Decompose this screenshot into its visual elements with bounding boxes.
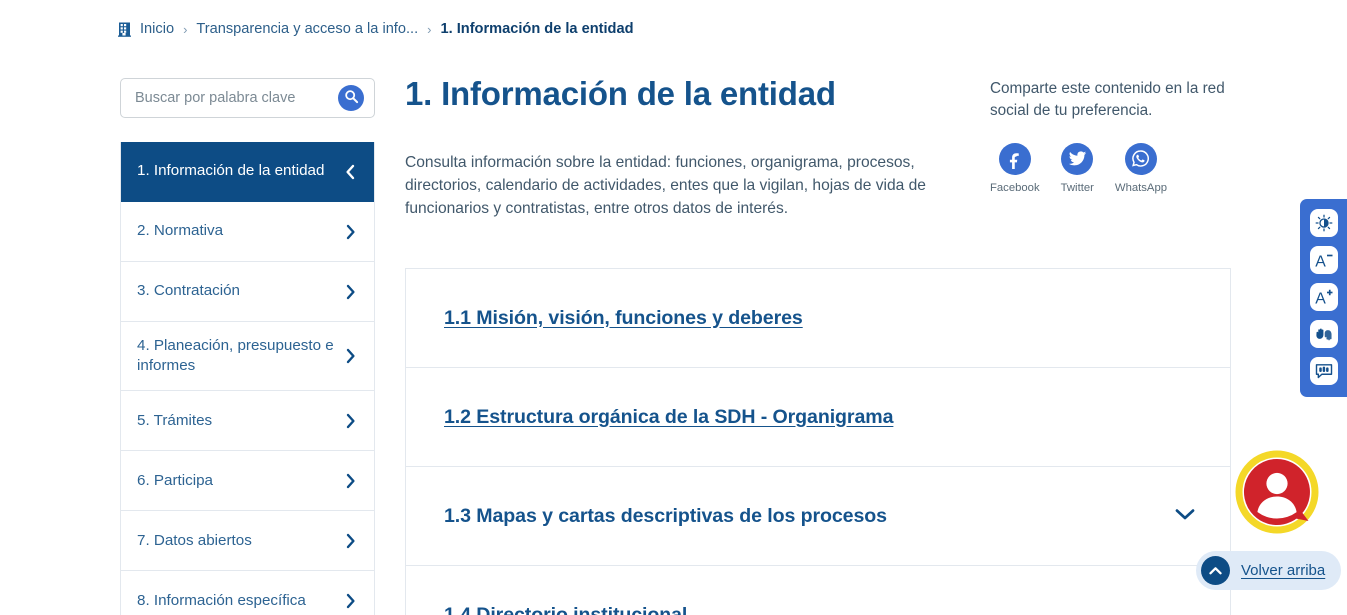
building-icon [118, 22, 131, 37]
accordion-title: 1.3 Mapas y cartas descriptivas de los p… [444, 505, 887, 528]
accordion-title[interactable]: 1.1 Misión, visión, funciones y deberes [444, 307, 803, 330]
accordion-row-1-2[interactable]: 1.2 Estructura orgánica de la SDH - Orga… [406, 368, 1230, 467]
sidebar-item-label: 1. Información de la entidad [137, 161, 335, 181]
sign-language-icon[interactable] [1310, 320, 1338, 348]
sidebar-item-label: 6. Participa [137, 471, 335, 491]
page-title: 1. Información de la entidad [405, 74, 985, 114]
accordion-title[interactable]: 1.4 Directorio institucional [444, 604, 687, 615]
share-twitter-button[interactable]: Twitter [1061, 143, 1094, 194]
accordion-list: 1.1 Misión, visión, funciones y deberes … [405, 268, 1231, 615]
share-label: WhatsApp [1115, 182, 1167, 194]
sidebar-item-label: 2. Normativa [137, 221, 335, 241]
search-box [120, 78, 375, 118]
search-icon [344, 89, 359, 107]
text-decrease-icon[interactable]: A [1310, 246, 1338, 274]
chevron-right-icon [345, 348, 356, 364]
sidebar-item-label: 7. Datos abiertos [137, 531, 335, 551]
breadcrumb: Inicio › Transparencia y acceso a la inf… [118, 21, 634, 37]
sign-language-chat-icon[interactable] [1310, 357, 1338, 385]
sidebar-item-label: 5. Trámites [137, 411, 335, 431]
share-icon-row: Facebook Twitter WhatsApp [990, 143, 1240, 194]
sidebar-item-tramites[interactable]: 5. Trámites [121, 391, 374, 451]
page-intro-text: Consulta información sobre la entidad: f… [405, 152, 953, 221]
chevron-up-icon [1201, 556, 1230, 585]
chevron-down-icon[interactable] [1174, 507, 1196, 526]
whatsapp-icon [1125, 143, 1157, 175]
sidebar-item-informacion-especifica[interactable]: 8. Información específica [121, 571, 374, 615]
sidebar-item-contratacion[interactable]: 3. Contratación [121, 262, 374, 322]
share-label: Facebook [990, 182, 1040, 194]
facebook-icon [999, 143, 1031, 175]
search-button[interactable] [338, 85, 364, 111]
share-facebook-button[interactable]: Facebook [990, 143, 1040, 194]
sidebar-item-label: 4. Planeación, presupuesto e informes [137, 336, 335, 376]
chevron-left-icon [345, 164, 356, 180]
sidebar-item-normativa[interactable]: 2. Normativa [121, 202, 374, 262]
contrast-icon[interactable] [1310, 209, 1338, 237]
sidebar-item-participa[interactable]: 6. Participa [121, 451, 374, 511]
breadcrumb-separator: › [427, 23, 431, 36]
chevron-right-icon [345, 224, 356, 240]
main-content: 1. Información de la entidad Consulta in… [405, 74, 985, 221]
chevron-right-icon [345, 593, 356, 609]
sidebar-nav-list: 1. Información de la entidad 2. Normativ… [120, 142, 375, 615]
accordion-title[interactable]: 1.2 Estructura orgánica de la SDH - Orga… [444, 406, 893, 429]
sidebar-item-informacion-entidad[interactable]: 1. Información de la entidad [121, 142, 374, 202]
share-label: Twitter [1061, 182, 1094, 194]
search-input[interactable] [121, 79, 374, 117]
page-root: Inicio › Transparencia y acceso a la inf… [0, 0, 1347, 615]
breadcrumb-item-current: 1. Información de la entidad [441, 21, 634, 37]
left-sidebar: 1. Información de la entidad 2. Normativ… [120, 78, 375, 615]
twitter-icon [1061, 143, 1093, 175]
accordion-row-1-3[interactable]: 1.3 Mapas y cartas descriptivas de los p… [406, 467, 1230, 566]
chevron-right-icon [345, 473, 356, 489]
text-increase-icon[interactable]: A [1310, 283, 1338, 311]
share-whatsapp-button[interactable]: WhatsApp [1115, 143, 1167, 194]
breadcrumb-item-transparencia[interactable]: Transparencia y acceso a la info... [196, 21, 418, 37]
user-chat-avatar-icon [1235, 521, 1319, 538]
accordion-row-1-1[interactable]: 1.1 Misión, visión, funciones y deberes [406, 269, 1230, 368]
sidebar-item-label: 3. Contratación [137, 281, 335, 301]
svg-text:A: A [1315, 290, 1326, 307]
accessibility-toolbar: A A [1300, 199, 1347, 397]
chevron-right-icon [345, 413, 356, 429]
back-to-top-button[interactable]: Volver arriba [1196, 551, 1341, 590]
svg-text:A: A [1315, 253, 1326, 270]
chevron-right-icon [345, 284, 356, 300]
chat-avatar-widget[interactable] [1235, 450, 1319, 534]
sidebar-item-planeacion[interactable]: 4. Planeación, presupuesto e informes [121, 322, 374, 391]
breadcrumb-item-inicio[interactable]: Inicio [140, 21, 174, 37]
share-instruction-text: Comparte este contenido en la red social… [990, 78, 1240, 123]
breadcrumb-separator: › [183, 23, 187, 36]
sidebar-item-label: 8. Información específica [137, 591, 335, 611]
sidebar-item-datos-abiertos[interactable]: 7. Datos abiertos [121, 511, 374, 571]
chevron-right-icon [345, 533, 356, 549]
back-to-top-label: Volver arriba [1241, 562, 1325, 579]
accordion-row-1-4[interactable]: 1.4 Directorio institucional [406, 566, 1230, 615]
share-panel: Comparte este contenido en la red social… [990, 78, 1240, 194]
